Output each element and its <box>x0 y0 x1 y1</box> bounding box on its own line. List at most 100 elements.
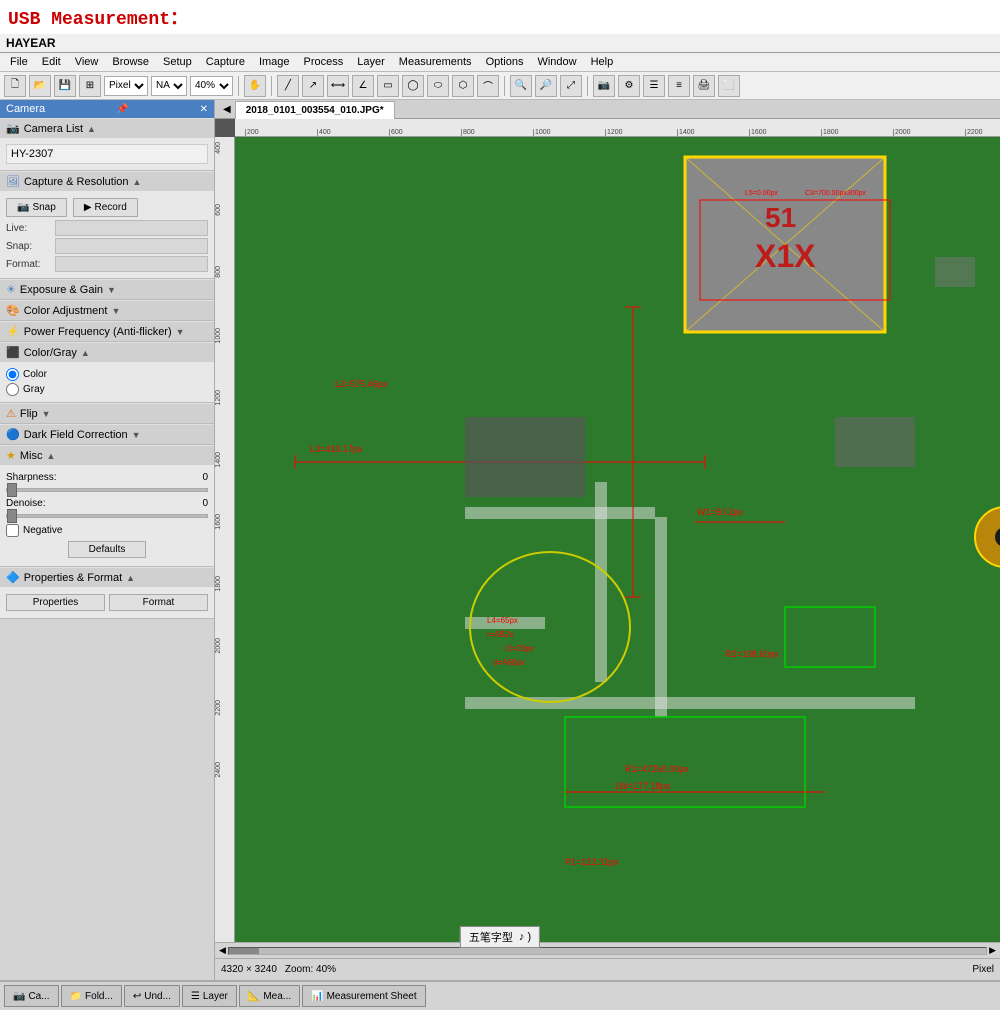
camera-icon-btn[interactable]: 📷 <box>593 75 615 97</box>
svg-text:r2=20px: r2=20px <box>505 644 534 653</box>
props-title[interactable]: 🔷 Properties & Format ▲ <box>0 567 214 587</box>
menu-item-layer[interactable]: Layer <box>351 54 391 70</box>
power-freq-icon: ⚡ <box>6 325 20 338</box>
menu-item-setup[interactable]: Setup <box>157 54 198 70</box>
menu-item-edit[interactable]: Edit <box>36 54 67 70</box>
scroll-right-arrow[interactable]: ▶ <box>989 945 996 956</box>
capture-title[interactable]: 🖼 Capture & Resolution ▲ <box>0 171 214 191</box>
ruler-horizontal: 2004006008001000120014001600180020002200… <box>235 119 1000 137</box>
camera-name[interactable]: HY-2307 <box>6 144 208 164</box>
misc-btn[interactable]: ⬜ <box>718 75 740 97</box>
format-input[interactable] <box>55 256 208 272</box>
exposure-title[interactable]: ☀ Exposure & Gain ▼ <box>0 279 214 299</box>
menu-item-image[interactable]: Image <box>253 54 296 70</box>
menu-item-measurements[interactable]: Measurements <box>393 54 478 70</box>
zoom-in-btn[interactable]: 🔍 <box>510 75 532 97</box>
camera-list-title[interactable]: 📷 Camera List ▲ <box>0 118 214 138</box>
layers-btn[interactable]: ☰ <box>643 75 665 97</box>
taskbar-folder[interactable]: 📁 Fold... <box>61 985 122 1007</box>
color-adj-title[interactable]: 🎨 Color Adjustment ▼ <box>0 300 214 320</box>
snap-button[interactable]: 📷 Snap <box>6 198 67 217</box>
extra-btn[interactable]: ≡ <box>668 75 690 97</box>
dark-field-section: 🔵 Dark Field Correction ▼ <box>0 424 214 445</box>
menu-item-file[interactable]: File <box>4 54 34 70</box>
color-gray-label: Color/Gray <box>24 347 77 359</box>
ruler-v-tick: 600 <box>215 204 222 216</box>
dark-field-label: Dark Field Correction <box>24 429 128 441</box>
circle-btn[interactable]: ◯ <box>402 75 424 97</box>
arrow-btn[interactable]: ↗ <box>302 75 324 97</box>
fit-btn[interactable]: ⤢ <box>560 75 582 97</box>
menu-item-process[interactable]: Process <box>298 54 350 70</box>
taskbar-mea[interactable]: 📐 Mea... <box>239 985 300 1007</box>
measure-btn[interactable]: ⟷ <box>327 75 349 97</box>
menu-item-options[interactable]: Options <box>480 54 530 70</box>
dark-field-title[interactable]: 🔵 Dark Field Correction ▼ <box>0 424 214 444</box>
zoom-out-btn[interactable]: 🔎 <box>535 75 557 97</box>
taskbar-camera[interactable]: 📷 Ca... <box>4 985 59 1007</box>
ruler-v-tick: 400 <box>215 142 222 154</box>
ruler-v-tick: 1600 <box>215 514 222 530</box>
snap-label: Snap <box>32 202 55 213</box>
denoise-slider[interactable] <box>6 514 208 518</box>
panel-title: Camera <box>6 103 45 115</box>
tab-left-arrow[interactable]: ◀ <box>219 102 235 117</box>
open-btn[interactable]: 📂 <box>29 75 51 97</box>
zoom-select[interactable]: 40% <box>190 76 233 96</box>
sharpness-slider[interactable] <box>6 488 208 492</box>
panel-close-btn[interactable]: ✕ <box>200 104 208 115</box>
taskbar-undo[interactable]: ↩ Und... <box>124 985 180 1007</box>
menu-item-browse[interactable]: Browse <box>106 54 155 70</box>
menu-item-window[interactable]: Window <box>531 54 582 70</box>
save-btn[interactable]: 💾 <box>54 75 76 97</box>
record-button[interactable]: ▶ Record <box>73 198 138 217</box>
horizontal-scrollbar[interactable]: ◀ ▶ <box>215 942 1000 958</box>
unit-select[interactable]: Pixel <box>104 76 148 96</box>
sharpness-value: 0 <box>202 472 208 483</box>
taskbar-layer[interactable]: ☰ Layer <box>182 985 237 1007</box>
format-button[interactable]: Format <box>109 594 208 611</box>
negative-checkbox[interactable] <box>6 524 19 537</box>
rect-btn[interactable]: ▭ <box>377 75 399 97</box>
title-text: USB Measurement： <box>8 10 188 30</box>
snap-icon: 📷 <box>17 202 29 213</box>
collapse-icon-7: ▼ <box>42 409 51 419</box>
ellipse-btn[interactable]: ⬭ <box>427 75 449 97</box>
power-freq-title[interactable]: ⚡ Power Frequency (Anti-flicker) ▼ <box>0 321 214 341</box>
negative-row: Negative <box>6 524 208 537</box>
snap-input[interactable] <box>55 238 208 254</box>
scroll-thumb[interactable] <box>229 948 259 954</box>
flip-title[interactable]: ⚠ Flip ▼ <box>0 403 214 423</box>
measurement-sheet-button[interactable]: 📊 Measurement Sheet <box>302 985 426 1007</box>
grid-btn[interactable]: ⊞ <box>79 75 101 97</box>
ruler-v-tick: 2200 <box>215 700 222 716</box>
live-input[interactable] <box>55 220 208 236</box>
color-radio[interactable] <box>6 368 19 381</box>
scroll-left-arrow[interactable]: ◀ <box>219 945 226 956</box>
print-btn[interactable]: 🖨 <box>693 75 715 97</box>
image-area[interactable]: 2004006008001000120014001600180020002200… <box>215 119 1000 942</box>
scroll-track[interactable] <box>228 947 987 955</box>
menu-item-capture[interactable]: Capture <box>200 54 251 70</box>
color-gray-title[interactable]: ⬛ Color/Gray ▲ <box>0 342 214 362</box>
menu-item-help[interactable]: Help <box>585 54 620 70</box>
na-select[interactable]: NA <box>151 76 187 96</box>
gray-radio[interactable] <box>6 383 19 396</box>
curve-btn[interactable]: ⌒ <box>477 75 499 97</box>
ime-bar[interactable]: 五笔字型 ♪ ) <box>460 926 540 948</box>
defaults-button[interactable]: Defaults <box>68 541 147 558</box>
properties-button[interactable]: Properties <box>6 594 105 611</box>
denoise-label: Denoise: <box>6 498 45 509</box>
new-btn[interactable]: 🗋 <box>4 75 26 97</box>
panel-pin-btn[interactable]: 📌 <box>116 104 128 115</box>
poly-btn[interactable]: ⬡ <box>452 75 474 97</box>
settings-btn[interactable]: ⚙ <box>618 75 640 97</box>
svg-text:d=A60px: d=A60px <box>493 658 525 667</box>
misc-title[interactable]: ★ Misc ▲ <box>0 445 214 465</box>
pan-btn[interactable]: ✋ <box>244 75 266 97</box>
ruler-h-tick: 1800 <box>821 129 839 136</box>
line-btn[interactable]: ╱ <box>277 75 299 97</box>
image-tab[interactable]: 2018_0101_003554_010.JPG* <box>235 101 395 119</box>
menu-item-view[interactable]: View <box>69 54 105 70</box>
angle-btn[interactable]: ∠ <box>352 75 374 97</box>
